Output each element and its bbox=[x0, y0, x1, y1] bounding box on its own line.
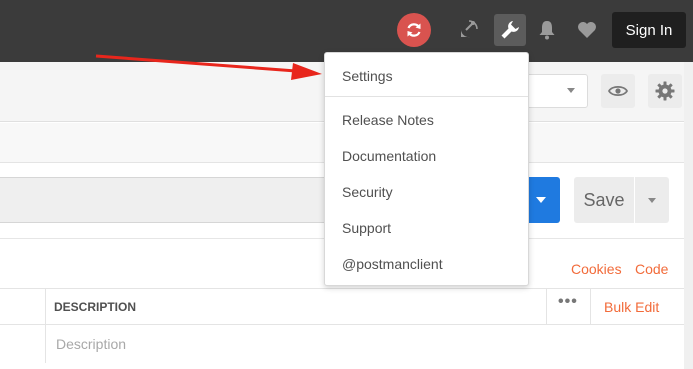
menu-divider bbox=[325, 96, 528, 97]
menu-item-release-notes[interactable]: Release Notes bbox=[325, 104, 528, 136]
settings-dropdown-menu: Settings Release Notes Documentation Sec… bbox=[324, 52, 529, 286]
menu-item-documentation[interactable]: Documentation bbox=[325, 140, 528, 172]
menu-item-twitter-handle[interactable]: @postmanclient bbox=[325, 248, 528, 280]
menu-item-security[interactable]: Security bbox=[325, 176, 528, 208]
menu-item-settings[interactable]: Settings bbox=[325, 60, 528, 92]
menu-item-support[interactable]: Support bbox=[325, 212, 528, 244]
